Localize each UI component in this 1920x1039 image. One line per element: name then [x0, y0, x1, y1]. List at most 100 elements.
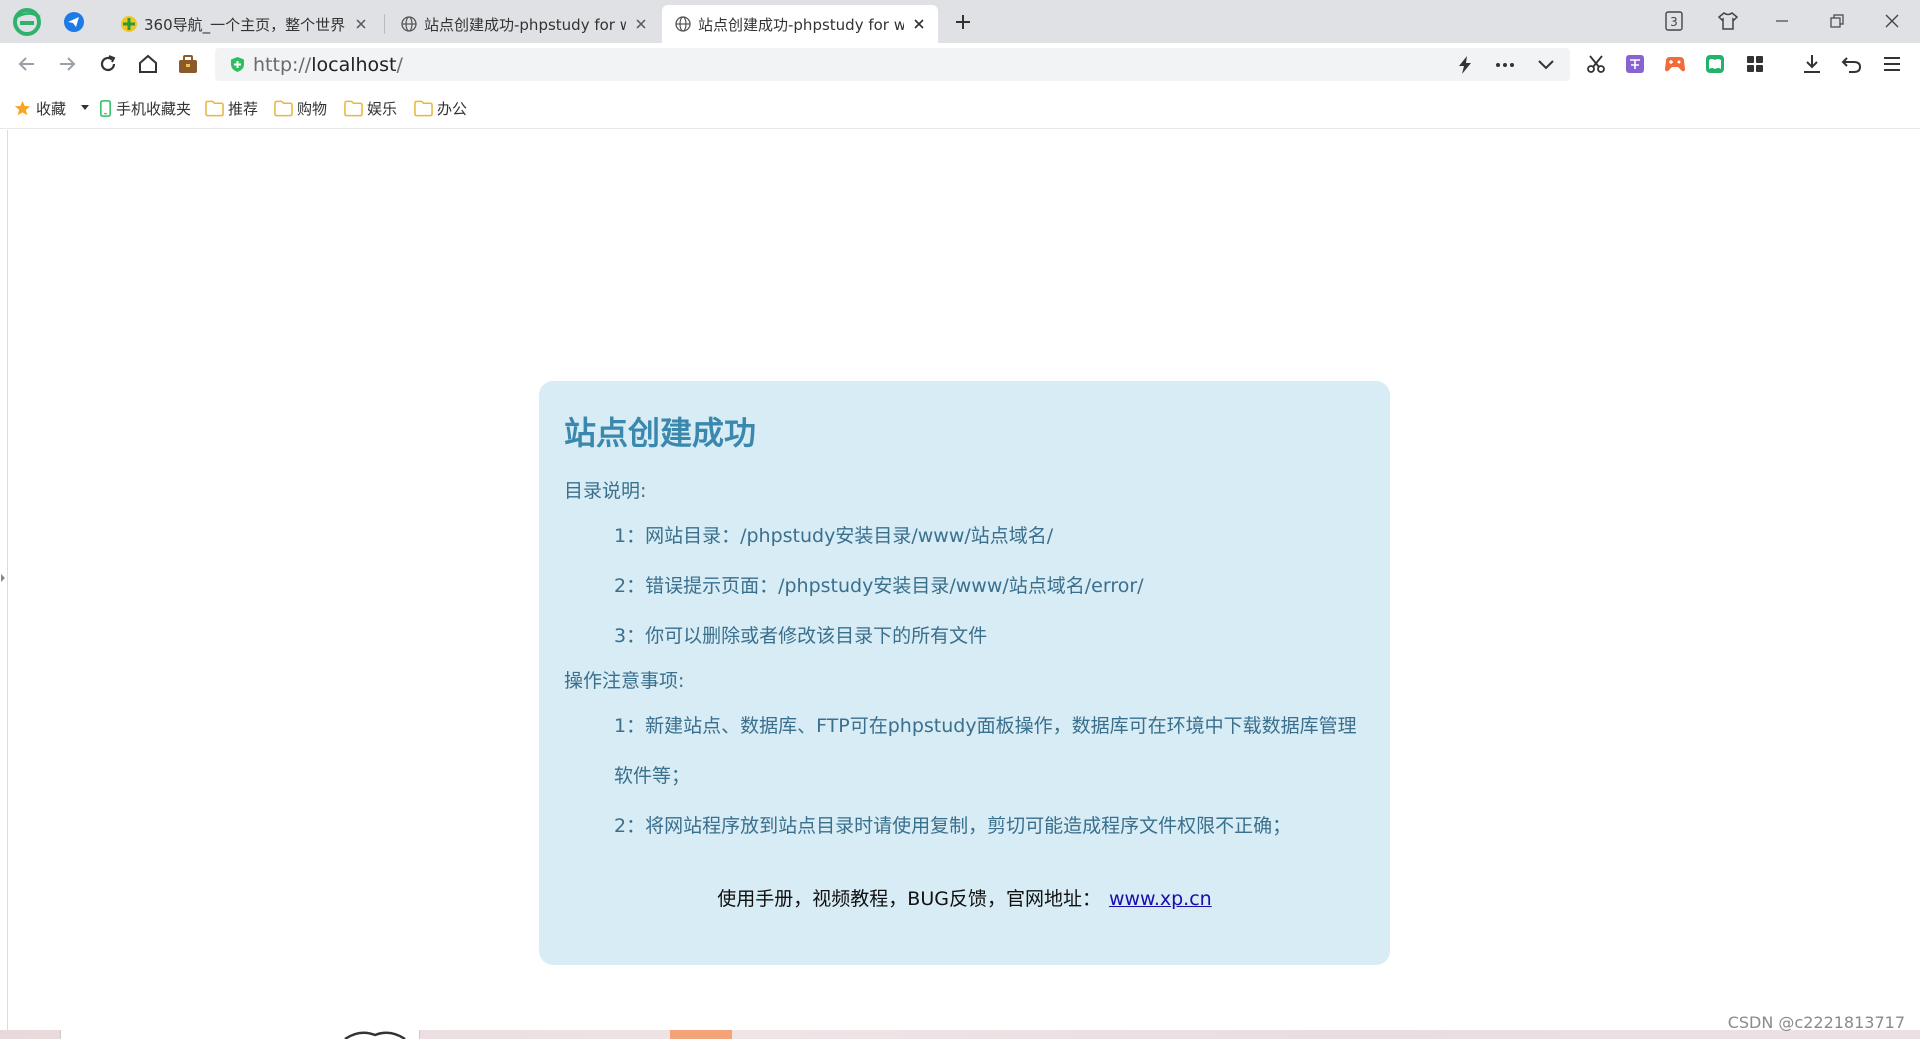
- home-button[interactable]: [135, 51, 161, 77]
- tab-close-icon[interactable]: [352, 15, 370, 33]
- send-plane-icon[interactable]: [63, 11, 85, 33]
- tab-separator: [384, 14, 385, 34]
- close-window-button[interactable]: [1877, 6, 1907, 36]
- bookmark-mobile[interactable]: 手机收藏夹: [99, 98, 191, 118]
- toolbox-button[interactable]: [175, 51, 201, 77]
- close-icon: [1885, 14, 1899, 28]
- url-text[interactable]: http://localhost/: [253, 54, 403, 76]
- bookmark-folder-office[interactable]: 办公: [414, 98, 467, 118]
- skin-button[interactable]: [1713, 6, 1743, 36]
- navigation-toolbar: http://localhost/: [0, 43, 1920, 86]
- restore-button[interactable]: [1822, 6, 1852, 36]
- url-path: /: [396, 54, 403, 76]
- undo-icon: [1841, 57, 1862, 73]
- grid-icon: [1747, 56, 1763, 72]
- minimize-button[interactable]: [1767, 6, 1797, 36]
- reload-button[interactable]: [95, 51, 121, 77]
- arrow-right-icon: [60, 57, 76, 71]
- bookmark-favorites-dropdown[interactable]: [80, 98, 90, 118]
- globe-icon: [675, 16, 691, 32]
- phone-icon: [100, 99, 111, 117]
- footer-text: 使用手册，视频教程，BUG反馈，官网地址：: [717, 888, 1101, 910]
- book-icon: [1706, 55, 1724, 73]
- chevron-down-icon: [1538, 60, 1554, 70]
- gamepad-icon: [1665, 57, 1685, 72]
- reader-button[interactable]: [1702, 51, 1728, 77]
- section-heading-directory: 目录说明:: [564, 480, 647, 502]
- arrow-left-icon: [18, 57, 34, 71]
- briefcase-icon: [179, 55, 197, 73]
- hamburger-menu-icon: [1884, 57, 1900, 71]
- tab-close-icon[interactable]: [632, 15, 650, 33]
- sidebar-expand-icon[interactable]: [1, 574, 5, 582]
- bookmark-folder-entertainment[interactable]: 娱乐: [344, 98, 397, 118]
- forward-button[interactable]: [54, 51, 80, 77]
- sidebar-edge: [7, 130, 8, 1030]
- translate-icon: [1626, 55, 1644, 73]
- tab-phpstudy-1[interactable]: 站点创建成功-phpstudy for windows: [388, 5, 660, 43]
- lightning-icon: [1459, 56, 1471, 74]
- folder-icon: [274, 100, 293, 116]
- taskbar-highlight: [670, 1030, 732, 1039]
- list-item: 3：你可以删除或者修改该目录下的所有文件: [614, 625, 988, 647]
- download-icon: [1804, 55, 1820, 73]
- undo-close-button[interactable]: [1839, 51, 1865, 77]
- list-item: 2：将网站程序放到站点目录时请使用复制，剪切可能造成程序文件权限不正确；: [614, 815, 1292, 837]
- official-site-link[interactable]: www.xp.cn: [1109, 888, 1212, 910]
- svg-text:3: 3: [1670, 15, 1678, 29]
- section-heading-notes: 操作注意事项:: [564, 670, 685, 692]
- 360-nav-icon: [121, 16, 137, 32]
- accelerate-button[interactable]: [1452, 52, 1478, 78]
- list-item: 1：新建站点、数据库、FTP可在phpstudy面板操作，数据库可在环境中下载数…: [614, 715, 1357, 787]
- tab-count-icon: 3: [1665, 11, 1683, 31]
- decorative-shape: [344, 1031, 406, 1039]
- main-menu-button[interactable]: [1879, 51, 1905, 77]
- game-button[interactable]: [1662, 51, 1688, 77]
- tab-360-nav[interactable]: 360导航_一个主页，整个世界: [108, 5, 380, 43]
- bookmark-folder-shopping[interactable]: 购物: [274, 98, 327, 118]
- tab-label: 站点创建成功-phpstudy for windows: [698, 15, 904, 34]
- tab-close-icon[interactable]: [910, 15, 928, 33]
- tab-list-button[interactable]: 3: [1659, 6, 1689, 36]
- translate-button[interactable]: [1622, 51, 1648, 77]
- new-tab-button[interactable]: [950, 9, 976, 35]
- watermark-text: CSDN @c2221813717: [1727, 1013, 1905, 1032]
- globe-icon: [401, 16, 417, 32]
- back-button[interactable]: [14, 51, 40, 77]
- plus-icon: [956, 15, 970, 29]
- address-dropdown-button[interactable]: [1533, 52, 1559, 78]
- caret-down-icon: [81, 105, 89, 110]
- shirt-icon: [1717, 12, 1739, 30]
- scissors-icon: [1587, 55, 1605, 73]
- page-title: 站点创建成功: [564, 414, 757, 452]
- screenshot-button[interactable]: [1583, 51, 1609, 77]
- home-icon: [139, 54, 157, 73]
- tab-phpstudy-active[interactable]: 站点创建成功-phpstudy for windows: [662, 5, 938, 43]
- bookmark-folder-recommend[interactable]: 推荐: [205, 98, 258, 118]
- bookmark-favorites[interactable]: 收藏: [13, 98, 66, 118]
- tab-label: 360导航_一个主页，整个世界: [144, 15, 346, 34]
- star-icon: [14, 100, 31, 115]
- shield-secure-icon: [231, 57, 244, 72]
- browser-logo-icon[interactable]: [12, 7, 42, 37]
- more-options-button[interactable]: [1492, 52, 1518, 78]
- minimize-icon: [1776, 20, 1788, 22]
- ellipsis-icon: [1496, 63, 1514, 67]
- card-footer: 使用手册，视频教程，BUG反馈，官网地址： www.xp.cn: [539, 884, 1390, 914]
- bookmarks-bar: 收藏 手机收藏夹 推荐 购物 娱乐 办公: [0, 86, 1920, 129]
- folder-icon: [205, 100, 224, 116]
- list-item: 2：错误提示页面：/phpstudy安装目录/www/站点域名/error/: [614, 575, 1144, 597]
- folder-icon: [344, 100, 363, 116]
- address-bar[interactable]: http://localhost/: [215, 48, 1570, 81]
- site-created-card: 站点创建成功 目录说明: 1：网站目录：/phpstudy安装目录/www/站点…: [539, 381, 1390, 965]
- url-protocol: http://: [253, 54, 312, 76]
- tab-label: 站点创建成功-phpstudy for windows: [424, 15, 626, 34]
- downloads-button[interactable]: [1799, 51, 1825, 77]
- list-item: 1：网站目录：/phpstudy安装目录/www/站点域名/: [614, 525, 1054, 547]
- folder-icon: [414, 100, 433, 116]
- restore-icon: [1830, 14, 1844, 28]
- tab-strip: 360导航_一个主页，整个世界 站点创建成功-phpstudy for wind…: [0, 0, 1920, 43]
- url-host: localhost: [311, 54, 397, 76]
- apps-button[interactable]: [1742, 51, 1768, 77]
- reload-icon: [100, 55, 116, 72]
